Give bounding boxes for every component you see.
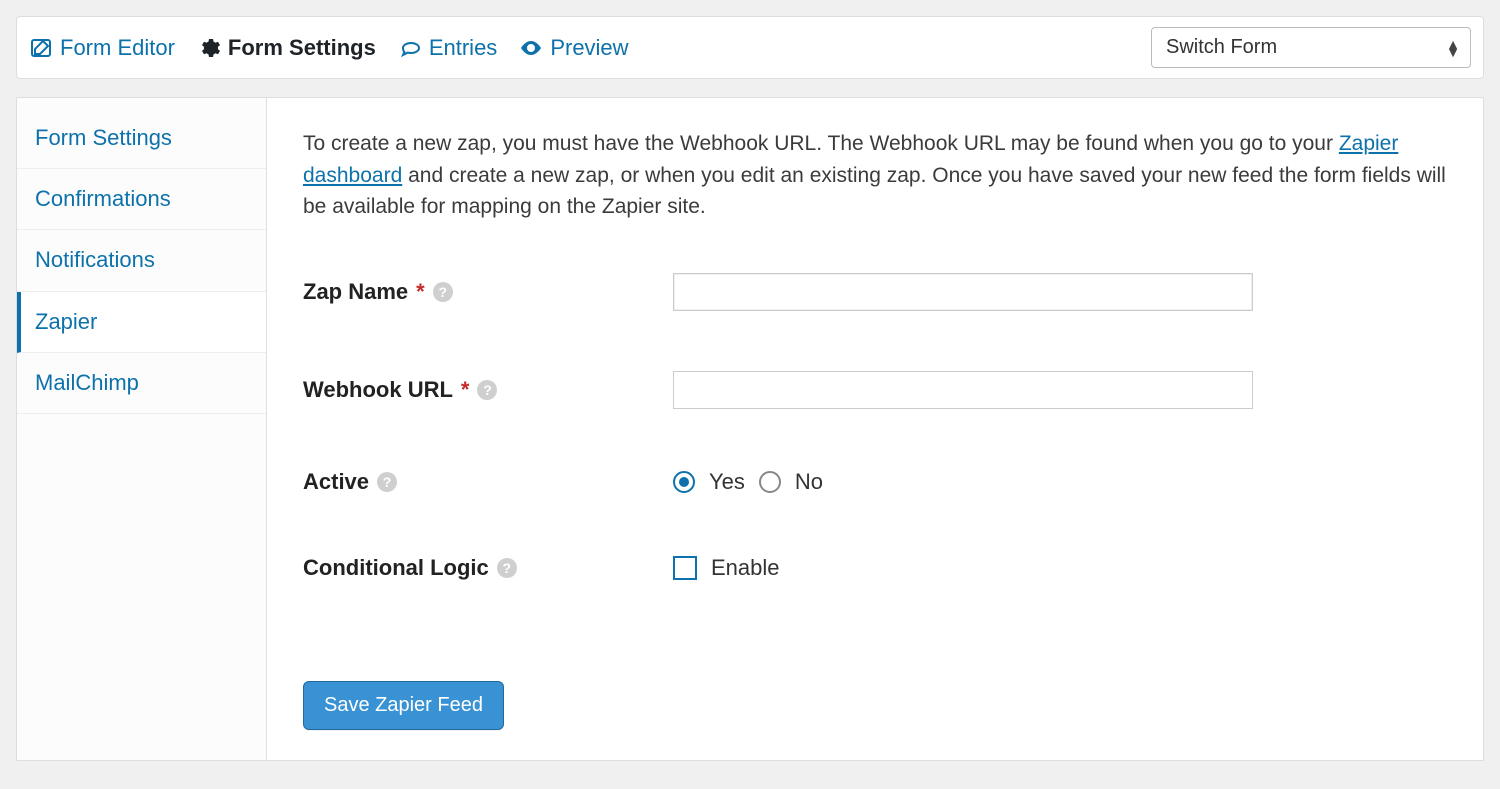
enable-checkbox[interactable] [673,556,697,580]
sidebar-item-notifications[interactable]: Notifications [17,230,266,291]
zap-name-label: Zap Name * ? [303,279,673,305]
active-no-radio[interactable] [759,471,781,493]
required-mark: * [461,377,470,403]
sidebar-item-label: Zapier [35,309,97,334]
conditional-logic-label: Conditional Logic ? [303,555,673,581]
nav-preview-label: Preview [550,37,628,59]
switch-form-label: Switch Form [1166,36,1277,58]
nav-form-editor-label: Form Editor [60,37,175,59]
row-zap-name: Zap Name * ? [303,273,1447,311]
help-icon[interactable]: ? [497,558,517,578]
sidebar-item-zapier[interactable]: Zapier [17,292,266,353]
active-yes-label: Yes [709,469,745,495]
nav-preview[interactable]: Preview [519,36,628,60]
gear-icon [197,36,221,60]
intro-text: To create a new zap, you must have the W… [303,128,1447,223]
row-webhook-url: Webhook URL * ? [303,371,1447,409]
webhook-url-input[interactable] [673,371,1253,409]
help-icon[interactable]: ? [377,472,397,492]
active-yes-radio[interactable] [673,471,695,493]
enable-label: Enable [711,555,780,581]
sidebar-item-label: Confirmations [35,186,171,211]
top-bar: Form Editor Form Settings Entries Previe… [16,16,1484,79]
intro-pre: To create a new zap, you must have the W… [303,132,1339,155]
zap-name-input[interactable] [673,273,1253,311]
active-no-label: No [795,469,823,495]
main-panel: Form Settings Confirmations Notification… [16,97,1484,761]
nav-form-editor[interactable]: Form Editor [29,36,175,60]
sidebar-item-mailchimp[interactable]: MailChimp [17,353,266,414]
settings-sidebar: Form Settings Confirmations Notification… [17,98,267,760]
active-label: Active ? [303,469,673,495]
help-icon[interactable]: ? [477,380,497,400]
nav-form-settings[interactable]: Form Settings [197,36,376,60]
help-icon[interactable]: ? [433,282,453,302]
sidebar-item-label: Notifications [35,247,155,272]
edit-icon [29,36,53,60]
speech-bubble-icon [398,36,422,60]
nav-entries[interactable]: Entries [398,36,497,60]
nav-form-settings-label: Form Settings [228,37,376,59]
intro-post: and create a new zap, or when you edit a… [303,164,1446,219]
sidebar-item-label: MailChimp [35,370,139,395]
row-conditional-logic: Conditional Logic ? Enable [303,555,1447,581]
eye-icon [519,36,543,60]
sidebar-item-label: Form Settings [35,125,172,150]
webhook-url-label: Webhook URL * ? [303,377,673,403]
save-button[interactable]: Save Zapier Feed [303,681,504,730]
select-chevrons-icon: ▲▼ [1446,40,1460,56]
sidebar-item-form-settings[interactable]: Form Settings [17,108,266,169]
switch-form-select[interactable]: Switch Form ▲▼ [1151,27,1471,68]
sidebar-item-confirmations[interactable]: Confirmations [17,169,266,230]
required-mark: * [416,279,425,305]
row-active: Active ? Yes No [303,469,1447,495]
nav-entries-label: Entries [429,37,497,59]
content-pane: To create a new zap, you must have the W… [267,98,1483,760]
